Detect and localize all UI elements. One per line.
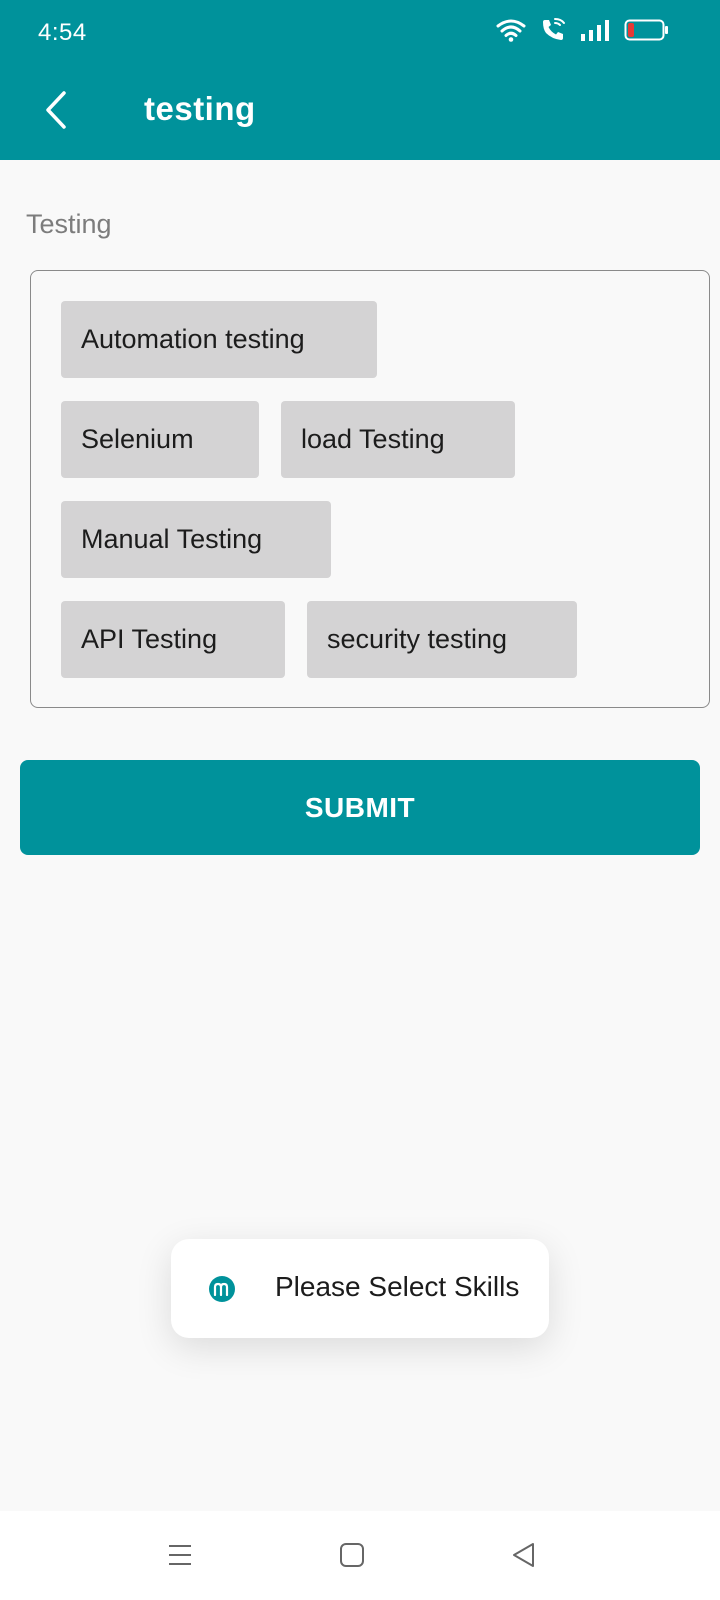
battery-low-icon	[624, 18, 670, 47]
app-bar: testing	[0, 64, 720, 160]
skill-chip-automation-testing[interactable]: Automation testing	[61, 301, 377, 378]
skill-chip-load-testing[interactable]: load Testing	[281, 401, 515, 478]
skills-chip-group: Automation testing Selenium load Testing…	[30, 270, 710, 708]
status-icons	[496, 17, 670, 48]
section-label: Testing	[26, 209, 112, 239]
skill-chip-api-testing[interactable]: API Testing	[61, 601, 285, 678]
menu-icon	[166, 1541, 194, 1574]
menu-button[interactable]	[154, 1531, 206, 1583]
back-nav-button[interactable]	[498, 1531, 550, 1583]
toast-message: Please Select Skills	[275, 1271, 520, 1302]
wifi-icon	[496, 18, 526, 47]
submit-button[interactable]: SUBMIT	[20, 760, 700, 855]
status-bar: 4:54	[0, 0, 720, 64]
skill-chip-manual-testing[interactable]: Manual Testing	[61, 501, 331, 578]
skill-chip-security-testing[interactable]: security testing	[307, 601, 577, 678]
back-button[interactable]	[30, 88, 82, 136]
signal-icon	[580, 19, 610, 46]
back-triangle-icon	[510, 1541, 538, 1574]
chevron-left-icon	[42, 90, 70, 135]
home-button[interactable]	[326, 1531, 378, 1583]
m-logo-icon	[209, 1276, 235, 1302]
system-nav-bar	[0, 1511, 720, 1600]
status-time: 4:54	[38, 19, 87, 46]
home-square-icon	[338, 1541, 366, 1574]
skill-chip-selenium[interactable]: Selenium	[61, 401, 259, 478]
wifi-call-icon	[540, 17, 566, 48]
toast: Please Select Skills	[171, 1239, 549, 1338]
page-title: testing	[144, 90, 256, 127]
